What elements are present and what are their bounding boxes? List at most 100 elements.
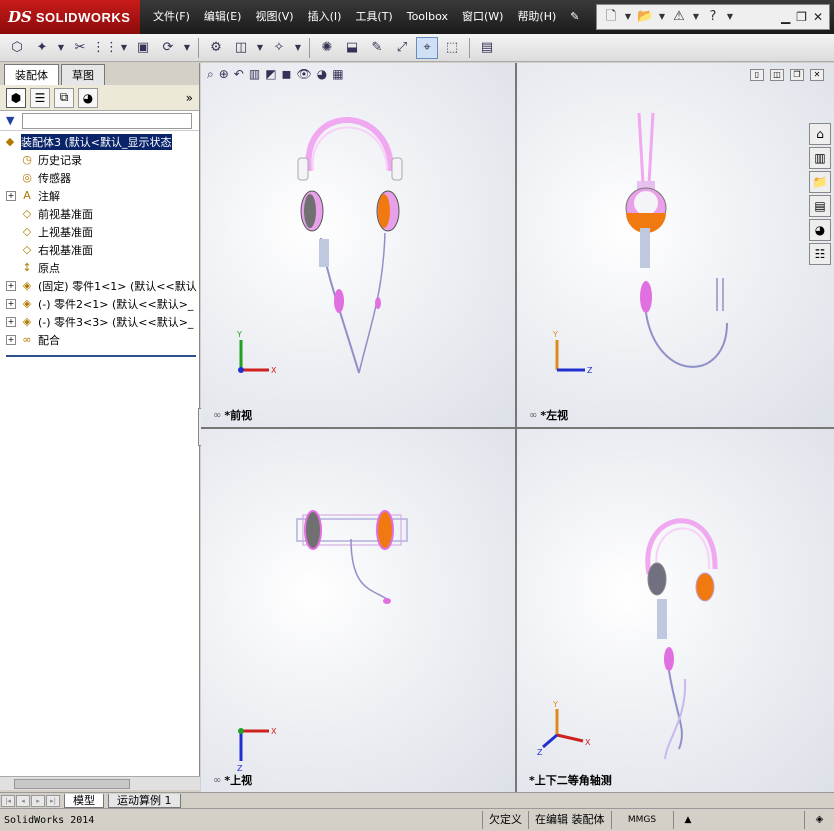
manager-tabs: ⬢ ☰ ⧉ ◕ » <box>0 85 199 111</box>
chevron-down-icon[interactable]: ▼ <box>255 37 265 59</box>
file-explorer-icon[interactable]: 📁 <box>809 171 831 193</box>
filter-input[interactable] <box>22 112 193 129</box>
expand-icon[interactable]: + <box>6 317 16 327</box>
expand-icon[interactable]: + <box>6 281 16 291</box>
tree-item[interactable]: ◎ 传感器 <box>0 169 199 187</box>
tree-item[interactable]: + A 注解 <box>0 187 199 205</box>
viewport-left[interactable]: ▯ ◫ ❐ ✕ Y Z ⌂ ▥ 📁 ▤ ◕ ☷ ∞ *左视 <box>517 63 834 427</box>
drawing-icon[interactable]: ▤ <box>476 37 498 59</box>
solidworks-logo[interactable]: DS SOLIDWORKS <box>0 0 140 34</box>
large-design-review-icon[interactable]: ⬚ <box>441 37 463 59</box>
tree-item[interactable]: + ◈ (固定) 零件1<1> (默认<<默认 <box>0 277 199 295</box>
feature-tree: ◆ 装配体3 (默认<默认_显示状态 ◷ 历史记录 ◎ 传感器 + A 注解 ◇ 前视基准面 ◇ 上视基… <box>0 131 199 349</box>
prev-tab-icon[interactable]: ◂ <box>16 794 30 807</box>
expand-icon[interactable]: + <box>6 191 16 201</box>
tree-item[interactable]: ◇ 前视基准面 <box>0 205 199 223</box>
tree-item[interactable]: + ∞ 配合 <box>0 331 199 349</box>
viewport-top[interactable]: Z X ∞ *上视 <box>201 429 515 792</box>
tree-item-label: (固定) 零件1<1> (默认<<默认 <box>38 280 197 293</box>
tree-item[interactable]: ◇ 右视基准面 <box>0 241 199 259</box>
first-tab-icon[interactable]: |◂ <box>1 794 15 807</box>
part-icon: ◈ <box>22 279 32 292</box>
menu-edit[interactable]: 编辑(E) <box>197 0 249 34</box>
open-folder-icon[interactable]: 📂 <box>637 9 653 25</box>
chevron-down-icon[interactable]: ▼ <box>725 9 735 25</box>
sensor-icon: ◎ <box>22 171 32 184</box>
link-views-icon[interactable]: ∞ <box>213 410 221 421</box>
interference-icon[interactable]: ⬓ <box>341 37 363 59</box>
exploded-line-icon[interactable]: ✎ <box>366 37 388 59</box>
chevron-down-icon[interactable]: ▼ <box>56 37 66 59</box>
more-tabs-icon[interactable]: » <box>186 91 199 105</box>
link-views-icon[interactable]: ∞ <box>529 410 537 421</box>
insert-component-icon[interactable]: ⬡ <box>6 37 28 59</box>
task-pane-tabs: ⌂ ▥ 📁 ▤ ◕ ☷ <box>809 123 831 265</box>
reference-geometry-icon[interactable]: ◫ <box>230 37 252 59</box>
chevron-down-icon[interactable]: ▼ <box>119 37 129 59</box>
pin-icon[interactable]: ✎ <box>563 0 586 34</box>
status-units[interactable]: MMGS <box>610 811 673 829</box>
display-manager-icon[interactable]: ◕ <box>78 87 98 108</box>
edit-component-icon[interactable]: ▣ <box>132 37 154 59</box>
menu-insert[interactable]: 插入(I) <box>301 0 349 34</box>
configuration-manager-icon[interactable]: ⧉ <box>54 87 74 108</box>
menu-toolbox[interactable]: Toolbox <box>400 0 455 34</box>
chevron-down-icon[interactable]: ▼ <box>182 37 192 59</box>
restore-icon[interactable]: ❐ <box>796 10 807 24</box>
next-tab-icon[interactable]: ▸ <box>31 794 45 807</box>
chevron-down-icon[interactable]: ▼ <box>623 9 633 25</box>
custom-properties-icon[interactable]: ☷ <box>809 243 831 265</box>
new-part-icon[interactable]: ✦ <box>31 37 53 59</box>
chevron-down-icon[interactable]: ▼ <box>293 37 303 59</box>
mate-icon[interactable]: ⚙ <box>205 37 227 59</box>
minimize-icon[interactable]: ▁ <box>781 10 790 24</box>
graphics-area: ⌕ ⊕ ↶ ▥ ◩ ◼ 👁 ◕ ▦ Y X ∞ *前视 ▯ ◫ ❐ ✕ Y Z … <box>201 63 834 792</box>
menu-help[interactable]: 帮助(H) <box>510 0 563 34</box>
link-views-icon[interactable]: ∞ <box>213 775 221 786</box>
chevron-down-icon[interactable]: ▼ <box>657 9 667 25</box>
scrollbar-thumb[interactable] <box>14 779 130 789</box>
filter-icon[interactable]: ▼ <box>6 114 14 127</box>
home-icon[interactable]: ⌂ <box>809 123 831 145</box>
tab-sketch[interactable]: 草图 <box>61 64 105 85</box>
appearances-icon[interactable]: ◕ <box>809 219 831 241</box>
last-tab-icon[interactable]: ▸| <box>46 794 60 807</box>
menu-tools[interactable]: 工具(T) <box>348 0 399 34</box>
chevron-down-icon[interactable]: ▼ <box>691 9 701 25</box>
viewport-isometric[interactable]: Y X Z *上下二等角轴测 <box>517 429 834 792</box>
paperclip-icon[interactable]: ✂ <box>69 37 91 59</box>
tree-rollback-bar[interactable] <box>6 355 196 357</box>
viewport-front[interactable]: ⌕ ⊕ ↶ ▥ ◩ ◼ 👁 ◕ ▦ Y X ∞ *前视 <box>201 63 515 427</box>
expand-icon[interactable]: + <box>6 335 16 345</box>
expand-icon[interactable]: + <box>6 299 16 309</box>
tree-item[interactable]: ◆ 装配体3 (默认<默认_显示状态 <box>0 133 199 151</box>
menu-file[interactable]: 文件(F) <box>146 0 197 34</box>
units-menu-icon[interactable]: ▲ <box>672 811 703 829</box>
tree-item[interactable]: ↕ 原点 <box>0 259 199 277</box>
tree-item[interactable]: ◷ 历史记录 <box>0 151 199 169</box>
status-corner-icon[interactable]: ◈ <box>804 811 834 829</box>
smart-fasteners-icon[interactable]: ✧ <box>268 37 290 59</box>
pattern-icon[interactable]: ⋮⋮ <box>92 37 118 59</box>
explode-view-icon[interactable]: ✺ <box>316 37 338 59</box>
tab-assembly[interactable]: 装配体 <box>4 64 59 85</box>
help-icon[interactable]: ? <box>705 9 721 25</box>
menu-window[interactable]: 窗口(W) <box>455 0 510 34</box>
move-component-icon[interactable]: ⤢ <box>391 37 413 59</box>
view-palette-icon[interactable]: ▤ <box>809 195 831 217</box>
property-manager-icon[interactable]: ☰ <box>30 87 50 108</box>
tree-item[interactable]: ◇ 上视基准面 <box>0 223 199 241</box>
tab-motion-study[interactable]: 运动算例 1 <box>108 793 181 808</box>
tree-horizontal-scrollbar[interactable] <box>0 776 200 790</box>
rotate-component-icon[interactable]: ⟳ <box>157 37 179 59</box>
feature-manager-icon[interactable]: ⬢ <box>6 87 26 108</box>
menu-view[interactable]: 视图(V) <box>248 0 300 34</box>
new-document-icon[interactable]: 🗋 <box>603 9 619 25</box>
design-library-icon[interactable]: ▥ <box>809 147 831 169</box>
tree-item[interactable]: + ◈ (-) 零件3<3> (默认<<默认>_ <box>0 313 199 331</box>
tree-item[interactable]: + ◈ (-) 零件2<1> (默认<<默认>_ <box>0 295 199 313</box>
close-icon[interactable]: ✕ <box>813 10 823 24</box>
warning-icon[interactable]: ⚠ <box>671 9 687 25</box>
instant3d-icon[interactable]: ⌖ <box>416 36 438 59</box>
tab-model[interactable]: 模型 <box>64 793 104 808</box>
